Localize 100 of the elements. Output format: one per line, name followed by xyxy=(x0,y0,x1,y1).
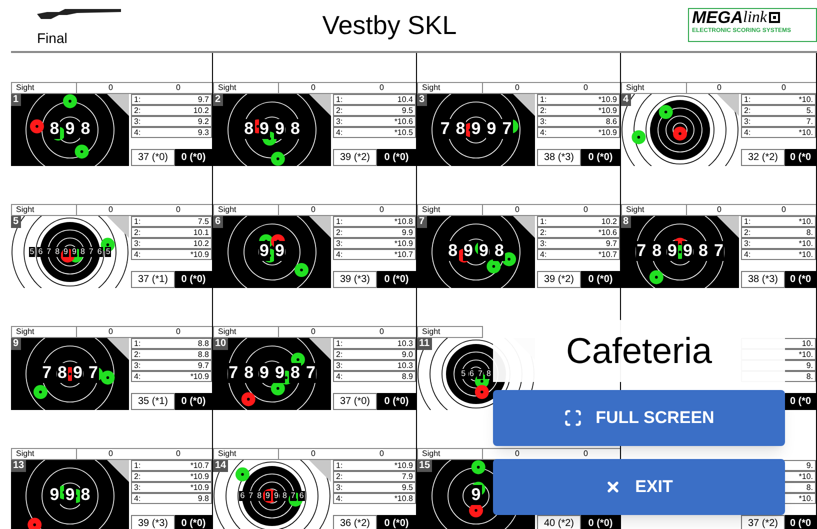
ring-number: 8 xyxy=(243,119,255,139)
shot-label: 4: xyxy=(336,128,343,137)
shot-label: 1: xyxy=(134,339,141,348)
shot-label: 2: xyxy=(744,106,751,115)
shot-score: 10.2 xyxy=(193,106,209,115)
ring-number: 7 xyxy=(636,241,648,261)
ring-number: 8 xyxy=(289,363,301,383)
ring-number: 8 xyxy=(281,491,288,501)
shot-label: 4: xyxy=(134,494,141,503)
fullscreen-button[interactable]: FULL SCREEN xyxy=(493,390,785,446)
series-total: 36 (*2) xyxy=(333,515,377,529)
shot-label: 3: xyxy=(134,361,141,370)
shot-score: 10.4 xyxy=(397,95,413,104)
ring-number: 8 xyxy=(256,491,263,501)
shot-score: 8. xyxy=(806,483,813,492)
shot-label: 1: xyxy=(134,461,141,470)
sight-label: Sight xyxy=(417,204,483,216)
logo-square-icon xyxy=(769,12,780,23)
ring-number: 9 xyxy=(470,485,482,505)
ring-number: 9 xyxy=(274,119,286,139)
ring-number: 9 xyxy=(274,241,286,261)
ring-number: 8 xyxy=(485,369,492,379)
ring-number: 9 xyxy=(666,241,678,261)
lane-number: 15 xyxy=(417,460,432,472)
shot-label: 1: xyxy=(336,217,343,226)
lane-number: 6 xyxy=(213,216,223,228)
shot-label: 3: xyxy=(336,117,343,126)
final-total: 0 (*0) xyxy=(581,271,620,288)
shot-label: 2: xyxy=(134,472,141,481)
ring-number: 8 xyxy=(56,363,68,383)
exit-button[interactable]: EXIT xyxy=(493,459,785,515)
sight-label: Sight xyxy=(213,326,279,338)
ring-number: 8 xyxy=(493,241,505,261)
shot-score: 8. xyxy=(806,228,813,237)
shot-label: 4: xyxy=(134,250,141,259)
series-total: 38 (*3) xyxy=(537,149,581,166)
shot-score: *10.9 xyxy=(598,106,617,115)
ring-number: 9 xyxy=(470,119,482,139)
shot-label: 1: xyxy=(336,95,343,104)
series-total: 32 (*2) xyxy=(741,149,785,166)
sight-label: Sight xyxy=(11,204,77,216)
shot-score: *10. xyxy=(798,95,813,104)
shot-label: 4: xyxy=(336,372,343,381)
shot-score: *10.6 xyxy=(394,117,413,126)
series-total: 39 (*3) xyxy=(333,271,377,288)
lane-number: 5 xyxy=(11,216,21,228)
shot-score: 10.3 xyxy=(397,361,413,370)
logo-script: link xyxy=(743,8,767,26)
series-total: 37 (*0) xyxy=(131,149,175,166)
shot-score: *10.9 xyxy=(394,461,413,470)
shot-score: *10.7 xyxy=(190,461,209,470)
lane-number: 14 xyxy=(213,460,228,472)
sight-label: Sight xyxy=(11,82,77,94)
shot-label: 1: xyxy=(540,217,547,226)
shot-label: 2: xyxy=(540,106,547,115)
shot-label: 3: xyxy=(744,239,751,248)
shot-score: *10.9 xyxy=(394,239,413,248)
shot-score: *10.9 xyxy=(190,250,209,259)
shot-score: *10.7 xyxy=(394,250,413,259)
final-total: 0 (*0) xyxy=(175,393,212,410)
shot-score: *10.9 xyxy=(190,472,209,481)
lane-number: 1 xyxy=(11,94,21,106)
sight-label: Sight xyxy=(11,448,77,460)
ring-number: 9 xyxy=(486,119,498,139)
shot-label: 3: xyxy=(134,117,141,126)
lane-number: 10 xyxy=(213,338,228,350)
lane-number: 4 xyxy=(621,94,631,106)
ring-number: 6 xyxy=(298,491,305,501)
shot-score: 9.3 xyxy=(198,128,209,137)
shot-label: 4: xyxy=(744,250,751,259)
ring-number: 7 xyxy=(501,119,513,139)
shot-score: *10.6 xyxy=(598,228,617,237)
sight-label: Sight xyxy=(417,448,483,460)
sight-label: Sight xyxy=(417,82,483,94)
shot-label: 3: xyxy=(336,361,343,370)
final-total: 0 (*0) xyxy=(581,149,620,166)
ring-number: 9 xyxy=(274,363,286,383)
ring-number: 9 xyxy=(258,119,270,139)
shot-label: 2: xyxy=(134,350,141,359)
shot-score: 8. xyxy=(806,372,813,381)
shot-score: 9. xyxy=(806,461,813,470)
shot-score: *10. xyxy=(798,217,813,226)
fullscreen-icon xyxy=(564,409,582,427)
lane-number: 3 xyxy=(417,94,427,106)
shot-label: 3: xyxy=(336,239,343,248)
shot-score: *10.9 xyxy=(598,128,617,137)
shot-score: 7.9 xyxy=(402,472,413,481)
shot-label: 3: xyxy=(540,239,547,248)
ring-number: 8 xyxy=(651,241,663,261)
ring-number: 7 xyxy=(304,363,316,383)
shot-label: 4: xyxy=(134,128,141,137)
shot-label: 1: xyxy=(336,461,343,470)
shot-label: 1: xyxy=(744,95,751,104)
shot-label: 4: xyxy=(336,250,343,259)
ring-number: 9 xyxy=(462,241,474,261)
shot-label: 1: xyxy=(134,217,141,226)
shot-label: 3: xyxy=(134,239,141,248)
shot-label: 3: xyxy=(336,483,343,492)
shot-score: 9.7 xyxy=(198,361,209,370)
shot-label: 4: xyxy=(134,372,141,381)
